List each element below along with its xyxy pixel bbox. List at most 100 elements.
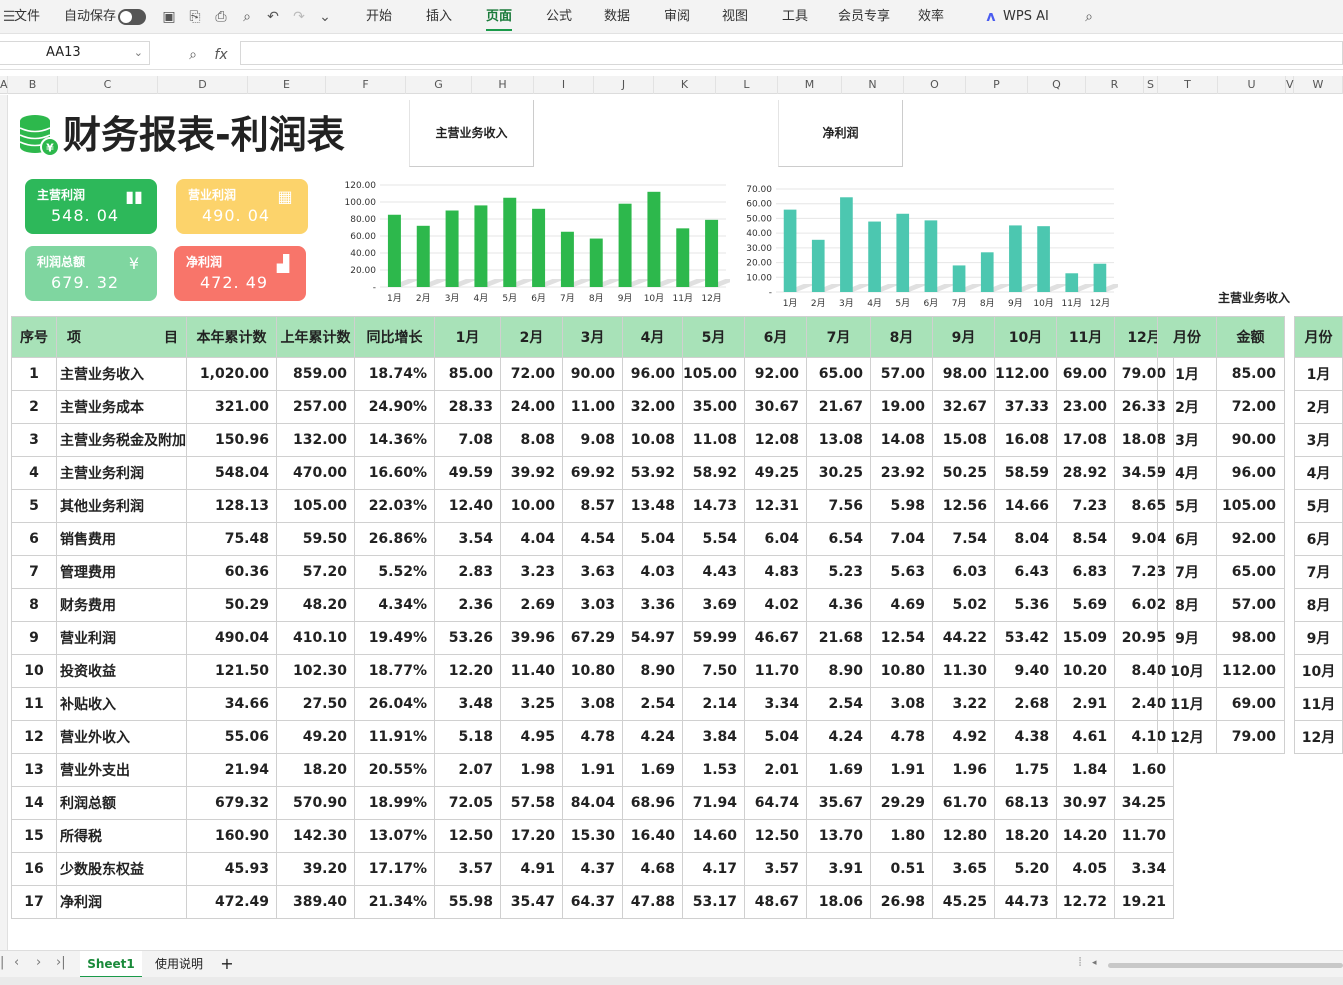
table-cell[interactable]: 5.98 xyxy=(870,489,934,523)
wps-ai-button[interactable]: WPS AI xyxy=(1003,0,1049,34)
table-cell[interactable]: 4.78 xyxy=(870,720,934,754)
table-cell[interactable]: 14.73 xyxy=(681,489,746,523)
table-cell[interactable]: 14 xyxy=(11,786,57,820)
table-cell[interactable]: 3.63 xyxy=(562,555,623,589)
table-cell[interactable]: 3.65 xyxy=(932,852,996,886)
menu-2[interactable]: 插入 xyxy=(426,0,452,34)
table-cell[interactable]: 68.96 xyxy=(622,786,683,820)
bar[interactable] xyxy=(618,203,632,287)
table-cell[interactable]: 10.00 xyxy=(500,489,563,523)
table-cell[interactable]: 少数股东权益 xyxy=(56,852,187,886)
column-header[interactable]: C xyxy=(58,76,158,94)
table-cell[interactable]: 10.20 xyxy=(1056,654,1116,688)
table-cell[interactable]: 64.74 xyxy=(744,786,808,820)
table-cell[interactable]: 49.20 xyxy=(276,720,355,754)
table-header[interactable]: 11月 xyxy=(1056,316,1116,358)
table-cell[interactable]: 58.59 xyxy=(994,456,1058,490)
side-table-cell[interactable]: 10月 xyxy=(1157,654,1217,688)
table-cell[interactable]: 35.00 xyxy=(681,390,746,424)
table-cell[interactable]: 54.97 xyxy=(622,621,683,655)
bar[interactable] xyxy=(924,220,938,292)
table-cell[interactable]: 65.00 xyxy=(806,357,872,391)
table-cell[interactable]: 12 xyxy=(11,720,57,754)
column-header[interactable]: I xyxy=(534,76,594,94)
table-cell[interactable]: 13 xyxy=(11,753,57,787)
table-cell[interactable]: 3 xyxy=(11,423,57,457)
table-cell[interactable]: 30.25 xyxy=(806,456,872,490)
table-cell[interactable]: 45.25 xyxy=(932,885,996,919)
table-cell[interactable]: 13.48 xyxy=(622,489,683,523)
bar[interactable] xyxy=(1065,273,1079,292)
table-cell[interactable]: 11.08 xyxy=(681,423,746,457)
kpi-card[interactable]: 主营利润 548. 04 ▮▮ xyxy=(25,179,157,234)
table-cell[interactable]: 6.03 xyxy=(932,555,996,589)
table-cell[interactable]: 19.49% xyxy=(354,621,435,655)
table-cell[interactable]: 4.78 xyxy=(562,720,623,754)
side-table-cell[interactable]: 105.00 xyxy=(1216,489,1285,523)
table-cell[interactable]: 5.54 xyxy=(681,522,746,556)
table-header[interactable]: 项 目 xyxy=(56,316,187,358)
revenue-bar-chart[interactable]: 120.00 100.00 80.00 60.00 40.00 20.00 - 1月 2月 3月 4… xyxy=(340,178,730,308)
table-cell[interactable]: 12.31 xyxy=(744,489,808,523)
table-header[interactable]: 5月 xyxy=(681,316,746,358)
table-cell[interactable]: 主营业务成本 xyxy=(56,390,187,424)
last-sheet-icon[interactable]: ›| xyxy=(56,955,66,970)
kpi-card[interactable]: 净利润 472. 49 ▟ xyxy=(174,246,306,301)
prev-sheet-icon[interactable]: ‹ xyxy=(14,955,19,970)
zoom-search-icon[interactable]: ⌕ xyxy=(184,46,202,64)
table-cell[interactable]: 10 xyxy=(11,654,57,688)
side-table2-cell[interactable]: 4月 xyxy=(1294,456,1343,490)
chart-tab-revenue[interactable]: 主营业务收入 xyxy=(409,100,534,167)
side-table-header[interactable]: 月份 xyxy=(1157,316,1217,358)
table-cell[interactable]: 8.54 xyxy=(1056,522,1116,556)
sheet-tab-sheet1[interactable]: Sheet1 xyxy=(80,951,142,978)
table-cell[interactable]: 859.00 xyxy=(276,357,355,391)
table-cell[interactable]: 4.61 xyxy=(1056,720,1116,754)
table-cell[interactable]: 21.34% xyxy=(354,885,435,919)
menu-3[interactable]: 页面 xyxy=(486,0,513,34)
table-cell[interactable]: 20.55% xyxy=(354,753,435,787)
table-cell[interactable]: 利润总额 xyxy=(56,786,187,820)
table-cell[interactable]: 128.13 xyxy=(186,489,277,523)
table-cell[interactable]: 98.00 xyxy=(932,357,996,391)
table-cell[interactable]: 销售费用 xyxy=(56,522,187,556)
table-cell[interactable]: 3.03 xyxy=(562,588,623,622)
table-cell[interactable]: 14.20 xyxy=(1056,819,1116,853)
table-cell[interactable]: 105.00 xyxy=(276,489,355,523)
table-cell[interactable]: 121.50 xyxy=(186,654,277,688)
table-cell[interactable]: 22.03% xyxy=(354,489,435,523)
table-cell[interactable]: 0.51 xyxy=(870,852,934,886)
column-header[interactable]: U xyxy=(1218,76,1286,94)
table-cell[interactable]: 18.77% xyxy=(354,654,435,688)
table-cell[interactable]: 47.88 xyxy=(622,885,683,919)
table-cell[interactable]: 12.50 xyxy=(744,819,808,853)
table-cell[interactable]: 12.72 xyxy=(1056,885,1116,919)
side-table-cell[interactable]: 65.00 xyxy=(1216,555,1285,589)
table-cell[interactable]: 4.02 xyxy=(744,588,808,622)
table-cell[interactable]: 5.36 xyxy=(994,588,1058,622)
table-cell[interactable]: 1.69 xyxy=(622,753,683,787)
table-cell[interactable]: 90.00 xyxy=(562,357,623,391)
bar[interactable] xyxy=(1093,263,1107,292)
bar[interactable] xyxy=(474,205,488,287)
bar[interactable] xyxy=(445,210,459,288)
chart-tab-net-profit[interactable]: 净利润 xyxy=(778,100,903,167)
more-chevron-icon[interactable]: ⌄ xyxy=(316,8,334,26)
table-cell[interactable]: 67.29 xyxy=(562,621,623,655)
redo-icon[interactable]: ↷ xyxy=(290,8,308,26)
table-header[interactable]: 10月 xyxy=(994,316,1058,358)
table-cell[interactable]: 3.08 xyxy=(870,687,934,721)
fx-icon[interactable]: fx xyxy=(212,46,230,64)
column-header[interactable]: S xyxy=(1144,76,1158,94)
formula-input[interactable] xyxy=(240,41,1343,65)
sheet-tab-usage[interactable]: 使用说明 xyxy=(146,951,212,978)
table-cell[interactable]: 财务费用 xyxy=(56,588,187,622)
table-cell[interactable]: 4.24 xyxy=(622,720,683,754)
bar[interactable] xyxy=(1009,225,1022,292)
add-sheet-icon[interactable]: + xyxy=(216,951,238,978)
table-cell[interactable]: 2 xyxy=(11,390,57,424)
side-table-cell[interactable]: 7月 xyxy=(1157,555,1217,589)
table-cell[interactable]: 69.00 xyxy=(1056,357,1116,391)
table-cell[interactable]: 16.60% xyxy=(354,456,435,490)
table-cell[interactable]: 53.42 xyxy=(994,621,1058,655)
